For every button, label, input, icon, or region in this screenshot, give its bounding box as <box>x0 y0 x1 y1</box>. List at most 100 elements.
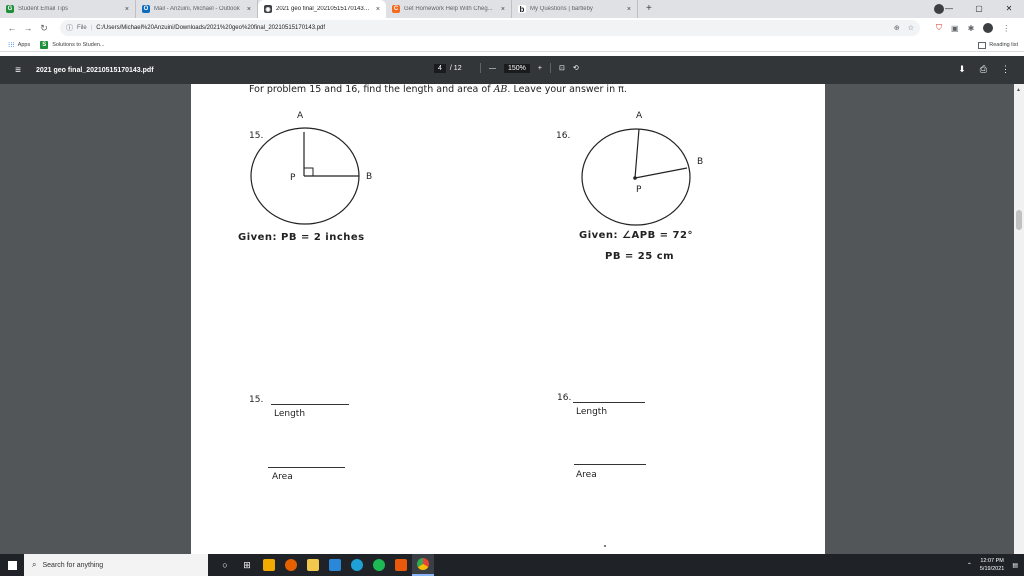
extensions: ⛉ ▣ ✱ ⋮ <box>936 20 1010 36</box>
bookmark-solutions[interactable]: S Solutions to Studen... <box>40 40 105 49</box>
chevron-up-icon[interactable]: ⌃ <box>967 562 972 569</box>
answer-line <box>271 404 349 405</box>
puzzle-icon[interactable]: ✱ <box>968 24 975 33</box>
maximize-button[interactable]: ▢ <box>964 0 994 18</box>
tab-chegg[interactable]: C Get Homework Help With Cheg... × <box>386 0 512 18</box>
spotify-icon[interactable] <box>368 554 390 576</box>
pdf-page: For problem 15 and 16, find the length a… <box>191 84 825 554</box>
bookmark-apps[interactable]: ⁝⁝⁝ Apps <box>8 41 30 49</box>
kebab-menu-icon[interactable]: ⋮ <box>1002 24 1010 33</box>
instruction-pre: For problem 15 and 16, find the length a… <box>249 84 494 95</box>
given-16-angle: Given: ∠APB = 72° <box>579 230 693 241</box>
fit-page-icon[interactable]: ⊡ <box>559 64 565 72</box>
bookmark-star-icon[interactable]: ☆ <box>908 24 914 32</box>
google-sites-icon: G <box>6 5 14 13</box>
back-arrow-icon[interactable]: ← <box>4 23 20 33</box>
new-tab-button[interactable]: + <box>638 0 660 18</box>
page-number-input[interactable]: 4 <box>434 64 446 73</box>
close-icon[interactable]: × <box>247 6 251 13</box>
date: 5/19/2021 <box>979 566 1005 572</box>
zoom-icon[interactable]: ⊕ <box>894 24 900 32</box>
answer-16-number: 16. <box>557 393 572 403</box>
label-p-16: P <box>636 185 642 195</box>
tab-student-email-tips[interactable]: G Student Email Tips × <box>0 0 136 18</box>
length-label-16: Length <box>576 407 608 417</box>
close-icon[interactable]: × <box>125 6 129 13</box>
reading-list-icon <box>978 41 987 49</box>
close-icon[interactable]: × <box>376 6 380 13</box>
system-tray: ⌃ 12:07 PM 5/19/2021 ▤ <box>967 554 1018 576</box>
shield-extension-icon[interactable]: ⛉ <box>936 23 942 33</box>
label-b-16: B <box>697 157 704 167</box>
search-icon: ⌕ <box>32 560 37 569</box>
tab-title: Get Homework Help With Cheg... <box>404 6 493 12</box>
length-label-15: Length <box>274 409 306 419</box>
bartleby-icon: b <box>518 4 526 14</box>
avatar[interactable] <box>983 23 994 33</box>
zoom-input[interactable]: 150% <box>504 63 530 73</box>
reading-list-button[interactable]: Reading list <box>978 38 1018 52</box>
app-orange-icon[interactable] <box>390 554 412 576</box>
page-total: / 12 <box>449 65 462 72</box>
scrollbar[interactable]: ▲ <box>1014 84 1024 554</box>
close-window-button[interactable]: ✕ <box>994 0 1024 18</box>
reading-list-label: Reading list <box>989 42 1018 48</box>
forward-arrow-icon[interactable]: → <box>20 23 36 33</box>
url-separator: | <box>90 25 93 31</box>
more-options-icon[interactable]: ⋮ <box>1001 64 1010 75</box>
scrollbar-thumb[interactable] <box>1016 210 1022 230</box>
given-15: Given: PB = 2 inches <box>238 232 365 243</box>
address-bar-row: ← → ↻ ⓘ File | C:/Users/Michael%20Anzuin… <box>0 18 1024 38</box>
taskbar: ⌕ Search for anything ○ ⊞ ⌃ 12:07 PM 5/1… <box>0 554 1024 576</box>
scroll-up-icon[interactable]: ▲ <box>1016 87 1021 93</box>
tab-geo-final-pdf[interactable]: ◉ 2021 geo final_202105151701431... × <box>258 0 386 18</box>
divider <box>550 63 551 73</box>
bookmark-label: Apps <box>17 41 31 48</box>
task-view-icon[interactable]: ○ <box>214 554 236 576</box>
tab-title: 2021 geo final_202105151701431... <box>276 6 372 12</box>
label-b-15: B <box>366 172 373 182</box>
taskbar-search-input[interactable]: ⌕ Search for anything <box>24 554 208 576</box>
windows-icon <box>7 560 17 570</box>
pdf-title: 2021 geo final_20210515170143.pdf <box>36 66 154 74</box>
page-dot <box>604 545 606 547</box>
rotate-icon[interactable]: ⟲ <box>573 64 579 72</box>
tab-title: Mail - Anzuini, Michael - Outlook <box>154 6 240 12</box>
minimize-button[interactable]: — <box>934 0 964 18</box>
tab-strip: G Student Email Tips × O Mail - Anzuini,… <box>0 0 1024 18</box>
download-icon[interactable]: ⬇ <box>958 64 966 75</box>
firefox-icon[interactable] <box>280 554 302 576</box>
reload-icon[interactable]: ↻ <box>36 23 52 34</box>
widgets-icon[interactable]: ⊞ <box>236 554 258 576</box>
pdf-viewer[interactable]: For problem 15 and 16, find the length a… <box>0 84 1024 554</box>
page-indicator: 4 / 12 <box>434 64 462 73</box>
tab-bartleby[interactable]: b My Questions | bartleby × <box>512 0 638 18</box>
url-input[interactable]: ⓘ File | C:/Users/Michael%20Anzuini/Down… <box>60 20 920 36</box>
clock[interactable]: 12:07 PM 5/19/2021 <box>980 557 1004 573</box>
store-icon[interactable] <box>258 554 280 576</box>
chrome-icon[interactable] <box>412 554 434 576</box>
close-icon[interactable]: × <box>501 6 505 13</box>
hamburger-menu-icon[interactable]: ≡ <box>0 65 36 76</box>
label-p-15: P <box>290 173 296 183</box>
close-icon[interactable]: × <box>627 6 631 13</box>
pdf-actions: ⬇ ⎙ ⋮ <box>958 64 1010 75</box>
pdf-globe-icon: ◉ <box>264 5 272 13</box>
answer-line <box>574 464 646 465</box>
circle-diagram-16 <box>581 128 691 226</box>
file-explorer-icon[interactable] <box>302 554 324 576</box>
start-button[interactable] <box>0 554 24 576</box>
edge-icon[interactable] <box>346 554 368 576</box>
instruction-var: AB <box>493 84 508 95</box>
notification-icon[interactable]: ▤ <box>1012 562 1018 569</box>
zoom-controls: — 150% + ⊡ ⟲ <box>480 63 579 73</box>
zoom-in-button[interactable]: + <box>538 65 542 72</box>
extension-icon[interactable]: ▣ <box>951 24 959 33</box>
tab-outlook-mail[interactable]: O Mail - Anzuini, Michael - Outlook × <box>136 0 258 18</box>
answer-line <box>573 402 645 403</box>
answer-line <box>268 467 345 468</box>
zoom-out-button[interactable]: — <box>489 65 496 72</box>
mail-icon[interactable] <box>324 554 346 576</box>
print-icon[interactable]: ⎙ <box>980 64 987 75</box>
info-icon[interactable]: ⓘ <box>66 23 73 33</box>
